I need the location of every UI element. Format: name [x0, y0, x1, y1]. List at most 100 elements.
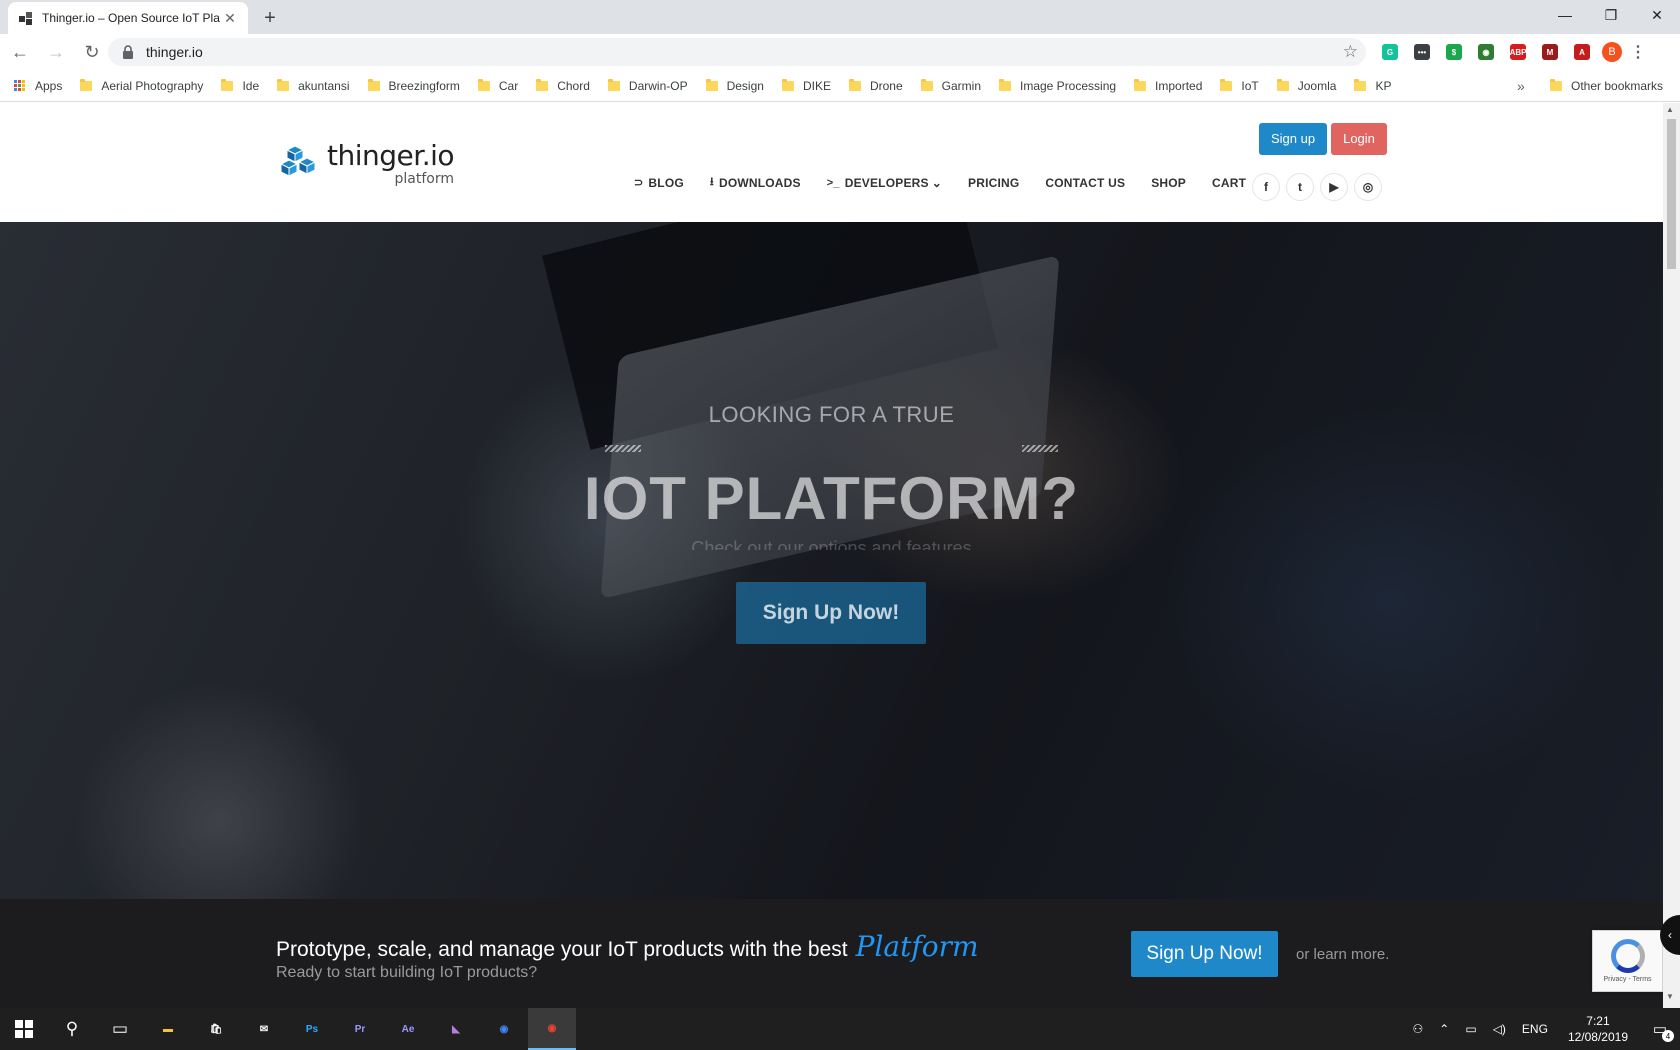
address-bar[interactable]: thinger.io ☆ [108, 38, 1366, 66]
nav-downloads[interactable]: ⭳ DOWNLOADS [710, 173, 801, 192]
window-controls: — ❐ ✕ [1542, 0, 1680, 30]
folder-icon [781, 78, 794, 91]
site-header: thinger.io platform Sign up Login ⊃ BLOG ⭳… [0, 103, 1663, 222]
visual-studio-icon[interactable]: ◣ [432, 1008, 480, 1050]
tab-close-icon[interactable]: ✕ [222, 10, 238, 26]
folder-icon [607, 78, 620, 91]
page-scrollbar[interactable]: ▲ ▼ [1663, 103, 1680, 1008]
bookmark-folder[interactable]: IoT [1220, 78, 1259, 93]
learn-more-link[interactable]: learn more. [1314, 946, 1390, 963]
youtube-icon[interactable]: ▶ [1320, 173, 1348, 201]
browser-tab-active[interactable]: Thinger.io – Open Source IoT Pla ✕ [8, 2, 248, 34]
store-icon[interactable]: 🛍 [192, 1008, 240, 1050]
folder-icon [477, 78, 490, 91]
scroll-up-icon[interactable]: ▲ [1666, 105, 1674, 114]
adblock-plus-icon[interactable]: ABP [1506, 40, 1530, 64]
new-tab-icon[interactable]: + [258, 6, 282, 30]
folder-icon [277, 78, 290, 91]
recaptcha-badge[interactable]: Privacy - Terms [1592, 930, 1663, 992]
nav-contact-us[interactable]: CONTACT US [1045, 176, 1125, 190]
show-hidden-icons-icon[interactable]: ⌃ [1431, 1022, 1457, 1036]
premiere-icon[interactable]: Pr [336, 1008, 384, 1050]
bookmark-folder[interactable]: Design [705, 78, 764, 93]
bookmark-folder[interactable]: DIKE [781, 78, 831, 93]
forward-icon[interactable]: → [40, 36, 72, 68]
search-icon[interactable]: ⚲ [48, 1008, 96, 1050]
nav-label: CONTACT US [1045, 175, 1126, 190]
scroll-down-icon[interactable]: ▼ [1666, 992, 1674, 1001]
twitter-icon[interactable]: t [1286, 173, 1314, 201]
nav-blog[interactable]: ⊃ BLOG [634, 176, 684, 190]
back-icon[interactable]: ← [4, 36, 36, 68]
bookmark-folder[interactable]: akuntansi [277, 78, 350, 93]
tab-title: Thinger.io – Open Source IoT Pla [42, 11, 220, 25]
chrome-blue-icon[interactable]: ◉ [480, 1008, 528, 1050]
login-button[interactable]: Login [1331, 123, 1387, 155]
bookmark-folder-list: Aerial Photography Ide akuntansi Breezingfo… [80, 78, 1409, 93]
signup-button[interactable]: Sign up [1259, 123, 1328, 155]
store-icon-glyph: 🛍 [209, 1023, 223, 1035]
bookmark-other[interactable]: Other bookmarks [1550, 70, 1663, 102]
close-window-icon[interactable]: ✕ [1634, 0, 1680, 30]
instagram-icon[interactable]: ◎ [1354, 173, 1382, 201]
file-explorer-icon[interactable]: ▬ [144, 1008, 192, 1050]
bookmark-label: Darwin-OP [628, 78, 688, 93]
volume-icon[interactable]: ◁) [1485, 1022, 1514, 1036]
bookmark-folder[interactable]: Image Processing [999, 78, 1117, 93]
bookmark-folder[interactable]: Drone [848, 78, 903, 93]
mail-icon[interactable]: ✉ [240, 1008, 288, 1050]
bookmark-folder[interactable]: Aerial Photography [80, 78, 203, 93]
start-button[interactable] [0, 1008, 48, 1050]
hero-signup-button[interactable]: Sign Up Now! [736, 582, 926, 644]
photoshop-icon[interactable]: Ps [288, 1008, 336, 1050]
extension-globe-icon[interactable]: ◉ [1474, 40, 1498, 64]
bookmark-folder[interactable]: Joomla [1276, 78, 1337, 93]
facebook-icon[interactable]: f [1252, 173, 1280, 201]
acrobat-icon[interactable]: A [1570, 40, 1594, 64]
chrome-icon[interactable]: ◉ [528, 1008, 576, 1050]
bookmark-folder[interactable]: Ide [221, 78, 259, 93]
mendeley-icon[interactable]: M [1538, 40, 1562, 64]
restore-icon[interactable]: ❐ [1588, 0, 1634, 30]
apps-grid-icon [14, 79, 26, 92]
bookmark-label: Image Processing [1020, 78, 1117, 93]
mail-icon-glyph: ✉ [259, 1023, 269, 1035]
bookmark-label: Joomla [1297, 78, 1337, 93]
people-icon[interactable]: ⚇ [1405, 1022, 1432, 1036]
nav-cart[interactable]: CART [1212, 176, 1246, 190]
bookmark-star-icon[interactable]: ☆ [1343, 42, 1358, 62]
action-center-icon[interactable]: ▭ 4 [1640, 1008, 1680, 1050]
bookmark-folder[interactable]: Garmin [920, 78, 981, 93]
reload-icon[interactable]: ↻ [76, 36, 108, 68]
minimize-icon[interactable]: — [1542, 0, 1588, 30]
clock[interactable]: 7:21 12/08/2019 [1556, 1013, 1640, 1045]
nav-developers[interactable]: >_ DEVELOPERS ⌄ [827, 176, 942, 190]
after-effects-icon[interactable]: Ae [384, 1008, 432, 1050]
extension-dots-icon[interactable]: ••• [1410, 40, 1434, 64]
task-view-icon[interactable]: ▭ [96, 1008, 144, 1050]
grammarly-icon[interactable]: G [1378, 40, 1402, 64]
nav-pricing[interactable]: PRICING [968, 176, 1019, 190]
bookmark-folder[interactable]: Chord [536, 78, 590, 93]
extension-green-icon[interactable]: $ [1442, 40, 1466, 64]
bookmark-folder[interactable]: Breezingform [367, 78, 460, 93]
nav-shop[interactable]: SHOP [1151, 176, 1186, 190]
bookmark-folder[interactable]: Imported [1134, 78, 1202, 93]
scroll-thumb[interactable] [1667, 119, 1676, 269]
bookmark-folder[interactable]: Darwin-OP [607, 78, 688, 93]
site-logo[interactable]: thinger.io platform [281, 140, 455, 186]
file-explorer-icon-glyph: ▬ [163, 1023, 173, 1035]
bookmarks-overflow-icon[interactable]: » [1517, 78, 1525, 94]
promo-signup-button[interactable]: Sign Up Now! [1131, 931, 1278, 977]
bookmark-apps[interactable]: Apps [14, 79, 62, 93]
bookmark-folder[interactable]: Car [477, 78, 518, 93]
profile-avatar[interactable]: B [1602, 42, 1622, 62]
language-indicator[interactable]: ENG [1514, 1022, 1556, 1036]
clock-time: 7:21 [1586, 1014, 1610, 1028]
bookmark-folder[interactable]: KP [1354, 78, 1391, 93]
chrome-menu-icon[interactable]: ⋮ [1630, 42, 1646, 62]
network-icon[interactable]: ▭ [1457, 1022, 1484, 1036]
nav-label: PRICING [968, 175, 1020, 190]
social-links: f t ▶ ◎ [1252, 173, 1382, 201]
hero-small-heading: LOOKING FOR A TRUE [708, 402, 955, 427]
